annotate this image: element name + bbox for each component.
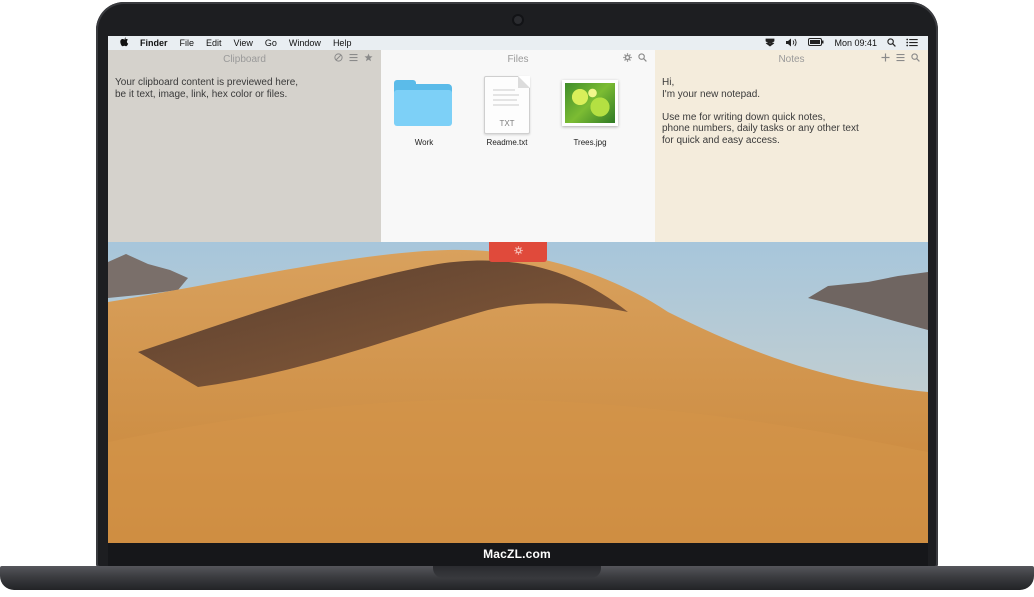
clock[interactable]: Mon 09:41	[834, 38, 877, 48]
gear-icon	[513, 245, 523, 256]
spotlight-search-icon[interactable]	[887, 37, 896, 49]
note-line: for quick and easy access.	[662, 134, 780, 146]
notes-editor[interactable]: Hi, I'm your new notepad. Use me for wri…	[662, 77, 859, 146]
clipboard-preview-text: Your clipboard content is previewed here…	[115, 77, 298, 100]
file-name: Readme.txt	[486, 138, 528, 147]
star-icon[interactable]	[364, 53, 373, 65]
file-item-work[interactable]: Work	[394, 76, 454, 147]
note-line: Use me for writing down quick notes,	[662, 111, 826, 123]
notification-center-icon[interactable]	[906, 38, 918, 49]
clear-icon[interactable]	[334, 53, 343, 65]
menu-file[interactable]: File	[180, 38, 195, 48]
brand-watermark: MacZL.com	[483, 547, 551, 561]
files-title: Files	[507, 54, 529, 65]
file-name: Work	[414, 138, 434, 147]
panel-toggle-tab[interactable]	[489, 242, 547, 262]
note-line	[662, 100, 859, 112]
search-icon[interactable]	[911, 53, 920, 65]
app-status-icon[interactable]	[765, 38, 775, 49]
file-item-trees[interactable]: Trees.jpg	[560, 76, 620, 147]
add-note-icon[interactable]	[881, 53, 890, 65]
volume-icon[interactable]	[785, 38, 798, 49]
laptop-opening-notch	[433, 566, 601, 578]
note-line: I'm your new notepad.	[662, 88, 761, 100]
battery-icon[interactable]	[808, 38, 824, 48]
clipboard-panel: Clipboard Your clipboard content is prev…	[108, 50, 381, 242]
clipboard-toolbar	[334, 53, 373, 65]
camera-icon	[514, 16, 522, 24]
menu-window[interactable]: Window	[289, 38, 321, 48]
file-item-readme[interactable]: TXT Readme.txt	[477, 76, 537, 147]
menu-bar: Finder File Edit View Go Window Help Mon…	[108, 36, 928, 50]
menu-finder[interactable]: Finder	[140, 38, 168, 48]
list-icon[interactable]	[349, 53, 358, 65]
file-extension-label: TXT	[499, 119, 515, 128]
menu-help[interactable]: Help	[333, 38, 352, 48]
notes-panel: Notes Hi, I'm your new notepad. Use me f…	[655, 50, 928, 242]
search-icon[interactable]	[638, 53, 647, 65]
menu-go[interactable]: Go	[265, 38, 277, 48]
gear-icon[interactable]	[623, 53, 632, 65]
text-file-icon: TXT	[477, 76, 537, 134]
notes-toolbar	[881, 53, 920, 65]
file-name: Trees.jpg	[573, 138, 607, 147]
clipboard-line: be it text, image, link, hex color or fi…	[115, 88, 288, 100]
menu-edit[interactable]: Edit	[206, 38, 222, 48]
image-file-icon	[560, 76, 620, 134]
screen: Finder File Edit View Go Window Help Mon…	[108, 36, 928, 543]
files-toolbar	[623, 53, 647, 65]
note-line: Hi,	[662, 77, 675, 88]
apple-menu-icon[interactable]	[120, 37, 130, 50]
desktop-wallpaper	[108, 242, 928, 543]
note-line: phone numbers, daily tasks or any other …	[662, 123, 859, 134]
clipboard-line: Your clipboard content is previewed here…	[115, 77, 299, 88]
list-icon[interactable]	[896, 53, 905, 65]
folder-icon	[394, 76, 454, 134]
menu-view[interactable]: View	[234, 38, 253, 48]
files-panel: Files Work TXT Readme.txt Trees.jpg	[381, 50, 655, 242]
